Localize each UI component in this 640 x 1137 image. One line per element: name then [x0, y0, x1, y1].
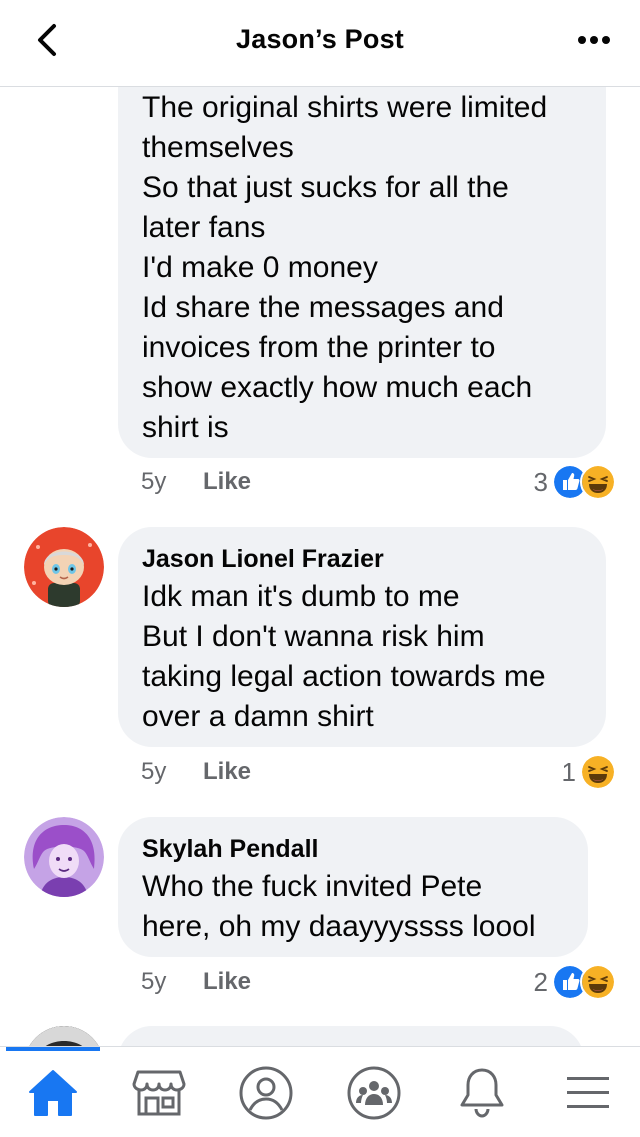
comment-text: Who the fuck invited Pete here, oh my da…	[142, 870, 536, 943]
haha-reaction-icon	[580, 964, 616, 1000]
reaction-summary[interactable]: 2	[534, 964, 616, 1000]
comment-text: The original shirts were limited themsel…	[142, 91, 548, 444]
tab-profile[interactable]	[236, 1065, 296, 1121]
avatar[interactable]	[24, 817, 104, 897]
avatar[interactable]	[24, 527, 104, 607]
comment-bubble: Jason Lionel Frazier Idk man it's dumb t…	[118, 527, 606, 747]
tab-notifications[interactable]	[452, 1065, 512, 1121]
like-button[interactable]: Like	[203, 968, 251, 996]
tab-menu[interactable]	[558, 1065, 618, 1121]
comment-timestamp: 5y	[141, 468, 167, 495]
haha-reaction-icon	[580, 464, 616, 500]
reaction-count: 3	[533, 466, 548, 497]
reaction-summary[interactable]: 3	[534, 464, 616, 500]
more-horizontal-icon	[578, 36, 610, 44]
page-title: Jason’s Post	[236, 24, 404, 54]
comment-bubble: Skylah Pendall Who the fuck invited Pete…	[118, 817, 588, 957]
comment-author[interactable]: Skylah Pendall	[142, 833, 564, 865]
comment-meta: 5y Like	[141, 968, 341, 1000]
active-tab-indicator	[6, 1047, 100, 1051]
tab-marketplace[interactable]	[129, 1065, 189, 1121]
reaction-summary[interactable]: 1	[562, 754, 616, 790]
comment-timestamp: 5y	[141, 758, 167, 785]
avatar-image-icon	[24, 527, 104, 607]
reaction-count: 1	[561, 756, 576, 787]
groups-icon	[347, 1066, 401, 1120]
avatar-image-icon	[24, 817, 104, 897]
top-header: Jason’s Post	[0, 0, 640, 87]
like-button[interactable]: Like	[203, 758, 251, 786]
marketplace-icon	[132, 1070, 186, 1116]
comment-meta: 5y Like	[141, 758, 341, 790]
menu-icon	[567, 1077, 609, 1108]
profile-icon	[239, 1066, 293, 1120]
home-icon	[29, 1070, 77, 1116]
bottom-tab-bar	[0, 1046, 640, 1137]
comment-author[interactable]: Jason Lionel Frazier	[142, 543, 582, 575]
comment-bubble: The original shirts were limited themsel…	[118, 50, 606, 458]
reaction-count: 2	[533, 966, 548, 997]
comment-timestamp: 5y	[141, 968, 167, 995]
tab-home[interactable]	[23, 1065, 83, 1121]
comment-text: Idk man it's dumb to me But I don't wann…	[142, 580, 546, 733]
haha-reaction-icon	[580, 754, 616, 790]
like-button[interactable]: Like	[203, 468, 251, 496]
notifications-bell-icon	[460, 1068, 504, 1118]
comment-meta: 5y Like	[141, 468, 341, 500]
tab-groups[interactable]	[344, 1065, 404, 1121]
more-options-button[interactable]	[574, 26, 614, 54]
